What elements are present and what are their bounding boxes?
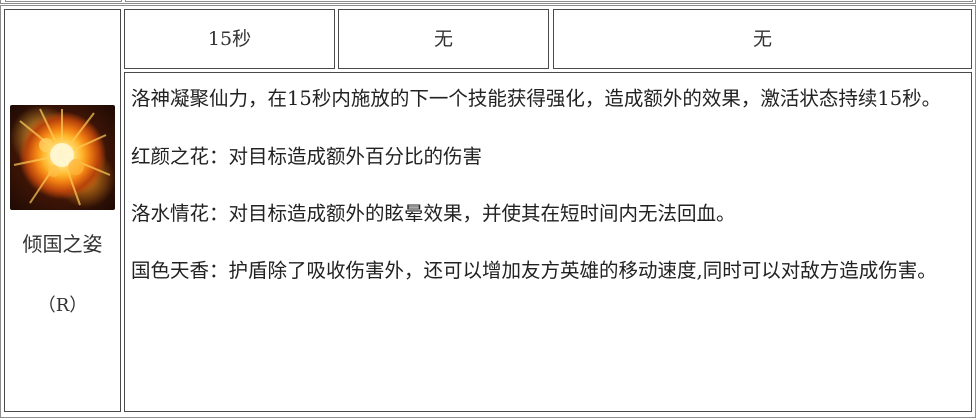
skill-row: 倾国之姿 （R） 15秒 无 无 洛神凝聚仙力，在15秒内施放的下一个技能获得强… — [0, 5, 976, 418]
skill-table: 倾国之姿 （R） 15秒 无 无 洛神凝聚仙力，在15秒内施放的下一个技能获得强… — [0, 0, 976, 418]
flame-rays — [13, 108, 111, 206]
skill-key: （R） — [37, 295, 88, 316]
effect-line: 洛水情花：对目标造成额外的眩晕效果，并使其在短时间内无法回血。 — [131, 202, 736, 225]
effect-line: 国色天香：护盾除了吸收伤害外，还可以增加友方英雄的移动速度,同时可以对敌方造成伤… — [131, 259, 937, 282]
cost-value: 无 — [433, 28, 453, 50]
skill-cell: 倾国之姿 （R） — [4, 9, 121, 412]
effect-line: 红颜之花：对目标造成额外百分比的伤害 — [131, 145, 483, 168]
description-cell: 洛神凝聚仙力，在15秒内施放的下一个技能获得强化，造成额外的效果，激活状态持续1… — [124, 72, 972, 412]
previous-row-cell-edge — [125, 0, 973, 2]
cooldown-cell: 15秒 — [124, 9, 335, 69]
description-intro: 洛神凝聚仙力，在15秒内施放的下一个技能获得强化，造成额外的效果，激活状态持续1… — [131, 87, 942, 110]
extra-cell: 无 — [553, 9, 972, 69]
previous-row-edge — [0, 0, 976, 4]
explosion-flame-icon — [10, 105, 115, 210]
cooldown-value: 15秒 — [207, 28, 252, 50]
skill-description: 洛神凝聚仙力，在15秒内施放的下一个技能获得强化，造成额外的效果，激活状态持续1… — [131, 85, 965, 314]
cost-cell: 无 — [338, 9, 549, 69]
skill-name: 倾国之姿 — [22, 232, 103, 256]
previous-row-cell-edge — [5, 0, 122, 2]
extra-value: 无 — [752, 28, 772, 50]
